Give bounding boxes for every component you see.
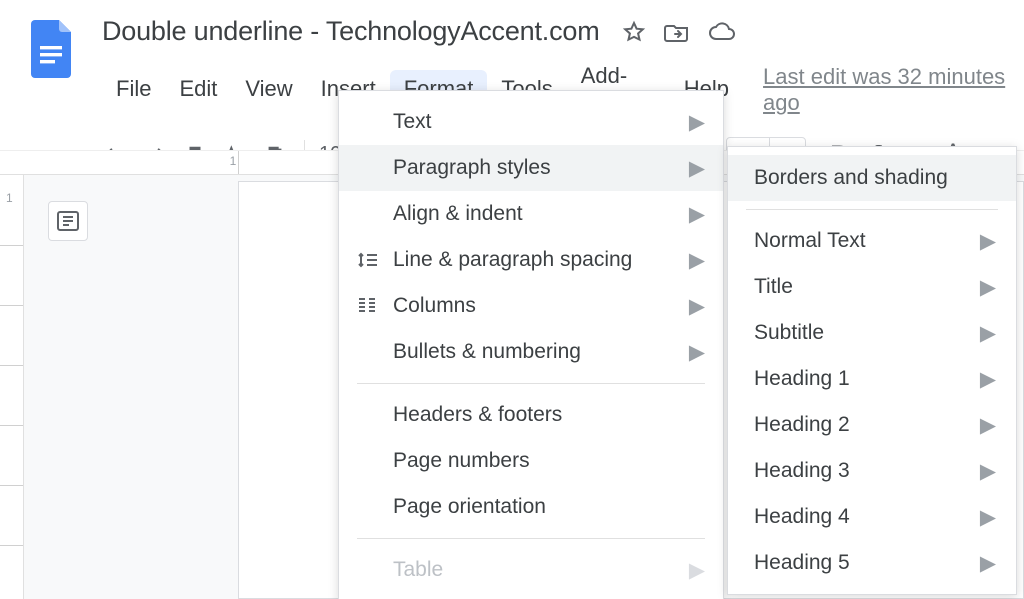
menu-columns[interactable]: Columns ▶ <box>339 283 723 329</box>
menu-heading-1[interactable]: Heading 1 ▶ <box>728 356 1016 402</box>
menu-heading-3[interactable]: Heading 3 ▶ <box>728 448 1016 494</box>
menu-align-indent-label: Align & indent <box>393 202 689 226</box>
menu-title-label: Title <box>754 275 980 299</box>
menu-normal-text[interactable]: Normal Text ▶ <box>728 218 1016 264</box>
menu-subtitle-label: Subtitle <box>754 321 980 345</box>
submenu-arrow-icon: ▶ <box>689 340 705 365</box>
menu-heading-2[interactable]: Heading 2 ▶ <box>728 402 1016 448</box>
menu-headers-footers[interactable]: Headers & footers <box>339 392 723 438</box>
menu-paragraph-styles[interactable]: Paragraph styles ▶ <box>339 145 723 191</box>
submenu-arrow-icon: ▶ <box>980 229 996 254</box>
menu-heading-2-label: Heading 2 <box>754 413 980 437</box>
menu-view[interactable]: View <box>231 70 306 110</box>
menu-columns-label: Columns <box>393 294 689 318</box>
doc-title[interactable]: Double underline - TechnologyAccent.com <box>102 16 600 47</box>
menu-page-orientation-label: Page orientation <box>393 495 705 519</box>
submenu-arrow-icon: ▶ <box>689 156 705 181</box>
star-icon[interactable] <box>622 20 646 44</box>
move-icon[interactable] <box>664 20 690 44</box>
menu-line-spacing[interactable]: Line & paragraph spacing ▶ <box>339 237 723 283</box>
title-row: Double underline - TechnologyAccent.com <box>102 16 1024 47</box>
menu-table-label: Table <box>393 558 689 582</box>
menu-edit[interactable]: Edit <box>165 70 231 110</box>
google-docs-window: Double underline - TechnologyAccent.com <box>0 0 1024 599</box>
menu-bullets-numbering[interactable]: Bullets & numbering ▶ <box>339 329 723 375</box>
menu-heading-3-label: Heading 3 <box>754 459 980 483</box>
vruler-label-1: 1 <box>6 191 13 205</box>
menu-text-label: Text <box>393 110 689 134</box>
submenu-arrow-icon: ▶ <box>689 294 705 319</box>
menu-subtitle[interactable]: Subtitle ▶ <box>728 310 1016 356</box>
cloud-saved-icon[interactable] <box>708 21 736 43</box>
menu-page-orientation[interactable]: Page orientation <box>339 484 723 530</box>
menu-normal-text-label: Normal Text <box>754 229 980 253</box>
paragraph-styles-pane: Borders and shading Normal Text ▶ Title … <box>727 146 1017 595</box>
menu-heading-4[interactable]: Heading 4 ▶ <box>728 494 1016 540</box>
submenu-arrow-icon: ▶ <box>980 275 996 300</box>
menu-borders-shading[interactable]: Borders and shading <box>728 155 1016 201</box>
submenu-arrow-icon: ▶ <box>980 413 996 438</box>
submenu-arrow-icon: ▶ <box>980 505 996 530</box>
format-menu-pane: Text ▶ Paragraph styles ▶ Align & indent… <box>338 90 724 599</box>
menu-text[interactable]: Text ▶ <box>339 99 723 145</box>
vertical-ruler[interactable]: 1 <box>0 175 24 599</box>
outline-button[interactable] <box>48 201 88 241</box>
menu-bullets-label: Bullets & numbering <box>393 340 689 364</box>
menu-heading-1-label: Heading 1 <box>754 367 980 391</box>
menu-headers-footers-label: Headers & footers <box>393 403 705 427</box>
menu-separator <box>357 538 705 539</box>
docs-logo[interactable] <box>28 6 78 76</box>
menu-table[interactable]: Table ▶ <box>339 547 723 593</box>
menu-paragraph-styles-label: Paragraph styles <box>393 156 689 180</box>
ruler-label-1: 1 <box>230 154 237 168</box>
submenu-arrow-icon: ▶ <box>689 202 705 227</box>
submenu-arrow-icon: ▶ <box>689 248 705 273</box>
submenu-arrow-icon: ▶ <box>980 367 996 392</box>
submenu-arrow-icon: ▶ <box>980 459 996 484</box>
menu-file[interactable]: File <box>102 70 165 110</box>
menu-line-spacing-label: Line & paragraph spacing <box>393 248 689 272</box>
menu-separator <box>357 383 705 384</box>
submenu-arrow-icon: ▶ <box>689 110 705 135</box>
menu-align-indent[interactable]: Align & indent ▶ <box>339 191 723 237</box>
submenu-arrow-icon: ▶ <box>980 551 996 576</box>
submenu-arrow-icon: ▶ <box>980 321 996 346</box>
submenu-arrow-icon: ▶ <box>689 558 705 583</box>
menu-heading-5-label: Heading 5 <box>754 551 980 575</box>
menu-separator <box>746 209 998 210</box>
columns-icon <box>357 297 393 315</box>
menu-page-numbers[interactable]: Page numbers <box>339 438 723 484</box>
line-spacing-icon <box>357 250 393 270</box>
last-edit-link[interactable]: Last edit was 32 minutes ago <box>763 64 1024 116</box>
menu-heading-4-label: Heading 4 <box>754 505 980 529</box>
menu-heading-5[interactable]: Heading 5 ▶ <box>728 540 1016 586</box>
menu-page-numbers-label: Page numbers <box>393 449 705 473</box>
menu-title[interactable]: Title ▶ <box>728 264 1016 310</box>
menu-borders-shading-label: Borders and shading <box>754 166 996 190</box>
